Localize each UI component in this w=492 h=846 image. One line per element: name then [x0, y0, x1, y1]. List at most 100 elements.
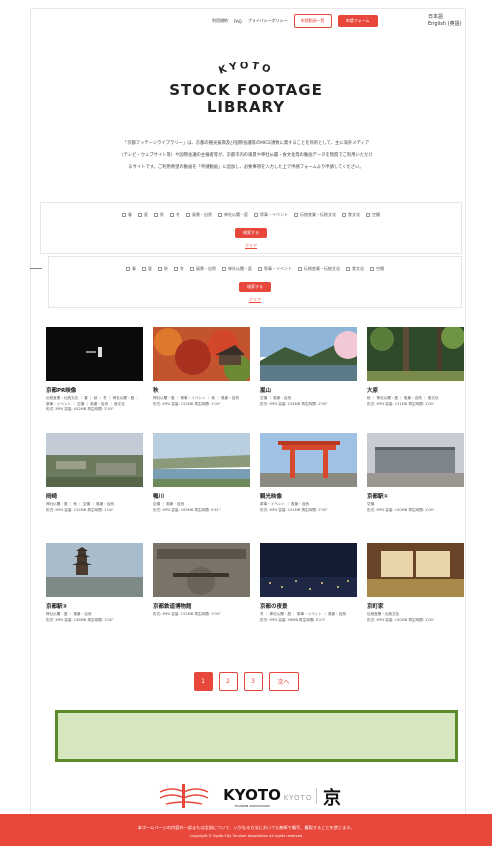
nav-privacy-link[interactable]: プライバシーポリシー	[248, 18, 288, 24]
checkbox-icon[interactable]	[170, 213, 174, 217]
video-thumbnail[interactable]	[153, 327, 250, 381]
site-footer: 本ホームページの内容の一部または全部について、いかなる方法においても無断で複写、…	[0, 814, 492, 846]
logo-line2: LIBRARY	[206, 98, 286, 116]
checkbox-icon[interactable]	[298, 267, 302, 271]
checkbox-icon[interactable]	[158, 267, 162, 271]
checkbox-icon[interactable]	[370, 267, 374, 271]
clear-link[interactable]: クリア	[249, 297, 261, 303]
video-title[interactable]: 京町家	[367, 602, 464, 610]
filter-option[interactable]: 祭事・イベント	[258, 266, 292, 272]
clear-link[interactable]: クリア	[245, 243, 257, 249]
site-logo[interactable]: KYOTO STOCK FOOTAGE LIBRARY	[0, 60, 492, 116]
filter-option[interactable]: 伝統産業・伝統文化	[294, 212, 336, 218]
video-tags: 伝統産業・伝統文化 ｜ 春 ｜ 秋 ｜ 冬 ｜ 神社仏閣・庭 ｜ 祭事・イベント…	[46, 396, 139, 406]
video-title[interactable]: 京都PR映像	[46, 386, 143, 394]
filter-option[interactable]: 春	[122, 212, 132, 218]
thumb-railway-museum	[153, 543, 250, 597]
video-card[interactable]: 鴨川 空撮 ｜ 風景・自然 形式: MP4 容量: 163MB 再生時間: 0'…	[153, 433, 250, 513]
request-form-button[interactable]: 申請フォーム	[337, 15, 378, 27]
filter-option[interactable]: 秋	[158, 266, 168, 272]
lang-en-link[interactable]: English (英語)	[428, 21, 462, 28]
video-title[interactable]: 嵐山	[260, 386, 357, 394]
filter-option[interactable]: 神社仏閣・庭	[218, 212, 248, 218]
video-card[interactable]: 大原 秋 ｜ 神社仏閣・庭 ｜ 風景・自然 ｜ 食文化 形式: MP4 容量: …	[367, 327, 464, 407]
filter-option[interactable]: 春	[126, 266, 136, 272]
search-button[interactable]: 検索する	[235, 228, 267, 238]
video-title[interactable]: 京都駅①	[367, 492, 464, 500]
checkbox-icon[interactable]	[122, 213, 126, 217]
filter-option[interactable]: 食文化	[342, 212, 360, 218]
next-page-button[interactable]: 次へ	[268, 672, 299, 691]
video-title[interactable]: 岡崎	[46, 492, 143, 500]
filter-option[interactable]: 伝統産業・伝統文化	[298, 266, 340, 272]
video-card[interactable]: 京町家 伝統産業・伝統文化 形式: MP4 容量: 150MB 再生時間: 1'…	[367, 543, 464, 623]
video-card[interactable]: 京都の夜景 冬 ｜ 神社仏閣・庭 ｜ 祭事・イベント ｜ 風景・自然 形式: M…	[260, 543, 357, 623]
video-card[interactable]: 京都鉄道博物館 形式: MP4 容量: 152MB 再生時間: 1'00"	[153, 543, 250, 618]
video-title[interactable]: 京都の夜景	[260, 602, 357, 610]
checkbox-icon[interactable]	[218, 213, 222, 217]
filter-option[interactable]: 夏	[138, 212, 148, 218]
request-list-button[interactable]: 申請動画一覧	[293, 14, 332, 28]
filter-option[interactable]: 冬	[170, 212, 180, 218]
video-card[interactable]: 嵐山 空撮 ｜ 風景・自然 形式: MP4 容量: 154MB 再生時間: 1'…	[260, 327, 357, 407]
thumb-machiya	[367, 543, 464, 597]
checkbox-icon[interactable]	[138, 213, 142, 217]
video-card[interactable]: 岡崎 神社仏閣・庭 ｜ 秋 ｜ 空撮 ｜ 風景・自然 形式: MP4 容量: 1…	[46, 433, 143, 513]
video-thumbnail[interactable]	[153, 543, 250, 597]
video-card[interactable]: 秋 神社仏閣・庭 ｜ 祭事・イベント ｜ 秋 ｜ 風景・自然 形式: MP4 容…	[153, 327, 250, 407]
video-title[interactable]: 京都駅②	[46, 602, 143, 610]
page-3-button[interactable]: 3	[243, 672, 263, 691]
video-card[interactable]: 京都PR映像 伝統産業・伝統文化 ｜ 春 ｜ 秋 ｜ 冬 ｜ 神社仏閣・庭 ｜ …	[46, 327, 143, 413]
video-title[interactable]: 京都鉄道博物館	[153, 602, 250, 610]
side-tick-mark	[30, 268, 42, 269]
filter-option[interactable]: 神社仏閣・庭	[222, 266, 252, 272]
video-thumbnail[interactable]	[367, 327, 464, 381]
checkbox-icon[interactable]	[366, 213, 370, 217]
video-thumbnail[interactable]	[46, 543, 143, 597]
video-thumbnail[interactable]	[46, 327, 143, 381]
video-title[interactable]: 秋	[153, 386, 250, 394]
video-title[interactable]: 大原	[367, 386, 464, 394]
checkbox-icon[interactable]	[258, 267, 262, 271]
checkbox-icon[interactable]	[222, 267, 226, 271]
search-button[interactable]: 検索する	[239, 282, 271, 292]
checkbox-icon[interactable]	[342, 213, 346, 217]
video-card[interactable]: 観光映像 祭事・イベント ｜ 風景・自然 形式: MP4 容量: 101MB 再…	[260, 433, 357, 513]
filter-option[interactable]: 冬	[174, 266, 184, 272]
lang-ja-link[interactable]: 日本語	[428, 14, 462, 21]
video-thumbnail[interactable]	[367, 433, 464, 487]
checkbox-icon[interactable]	[346, 267, 350, 271]
filter-option[interactable]: 風景・自然	[190, 266, 216, 272]
checkbox-icon[interactable]	[294, 213, 298, 217]
video-thumbnail[interactable]	[153, 433, 250, 487]
checkbox-icon[interactable]	[254, 213, 258, 217]
filter-option[interactable]: 風景・自然	[186, 212, 212, 218]
video-title[interactable]: 観光映像	[260, 492, 357, 500]
filter-option[interactable]: 食文化	[346, 266, 364, 272]
video-card[interactable]: 京都駅② 神社仏閣・庭 ｜ 風景・自然 形式: MP4 容量: 148MB 再生…	[46, 543, 143, 623]
checkbox-icon[interactable]	[126, 267, 130, 271]
checkbox-icon[interactable]	[174, 267, 178, 271]
filter-option[interactable]: 祭事・イベント	[254, 212, 288, 218]
nav-faq-link[interactable]: FAQ	[234, 19, 242, 24]
footer-copyright: Copyright © Kyoto City Tourism Associati…	[189, 834, 303, 838]
page-2-button[interactable]: 2	[218, 672, 238, 691]
page-1-button[interactable]: 1	[193, 672, 213, 691]
video-thumbnail[interactable]	[260, 433, 357, 487]
nav-terms-link[interactable]: 利用規約	[212, 18, 228, 24]
video-thumbnail[interactable]	[367, 543, 464, 597]
checkbox-icon[interactable]	[186, 213, 190, 217]
filter-option[interactable]: 空撮	[370, 266, 384, 272]
video-card[interactable]: 京都駅① 空撮 形式: MP4 容量: 150MB 再生時間: 1'00"	[367, 433, 464, 513]
video-thumbnail[interactable]	[46, 433, 143, 487]
video-thumbnail[interactable]	[260, 543, 357, 597]
checkbox-icon[interactable]	[142, 267, 146, 271]
filter-option[interactable]: 空撮	[366, 212, 380, 218]
checkbox-icon[interactable]	[190, 267, 194, 271]
footer-note: 本ホームページの内容の一部または全部について、いかなる方法においても無断で複写、…	[137, 825, 355, 830]
video-thumbnail[interactable]	[260, 327, 357, 381]
video-title[interactable]: 鴨川	[153, 492, 250, 500]
filter-option[interactable]: 夏	[142, 266, 152, 272]
checkbox-icon[interactable]	[154, 213, 158, 217]
filter-option[interactable]: 秋	[154, 212, 164, 218]
